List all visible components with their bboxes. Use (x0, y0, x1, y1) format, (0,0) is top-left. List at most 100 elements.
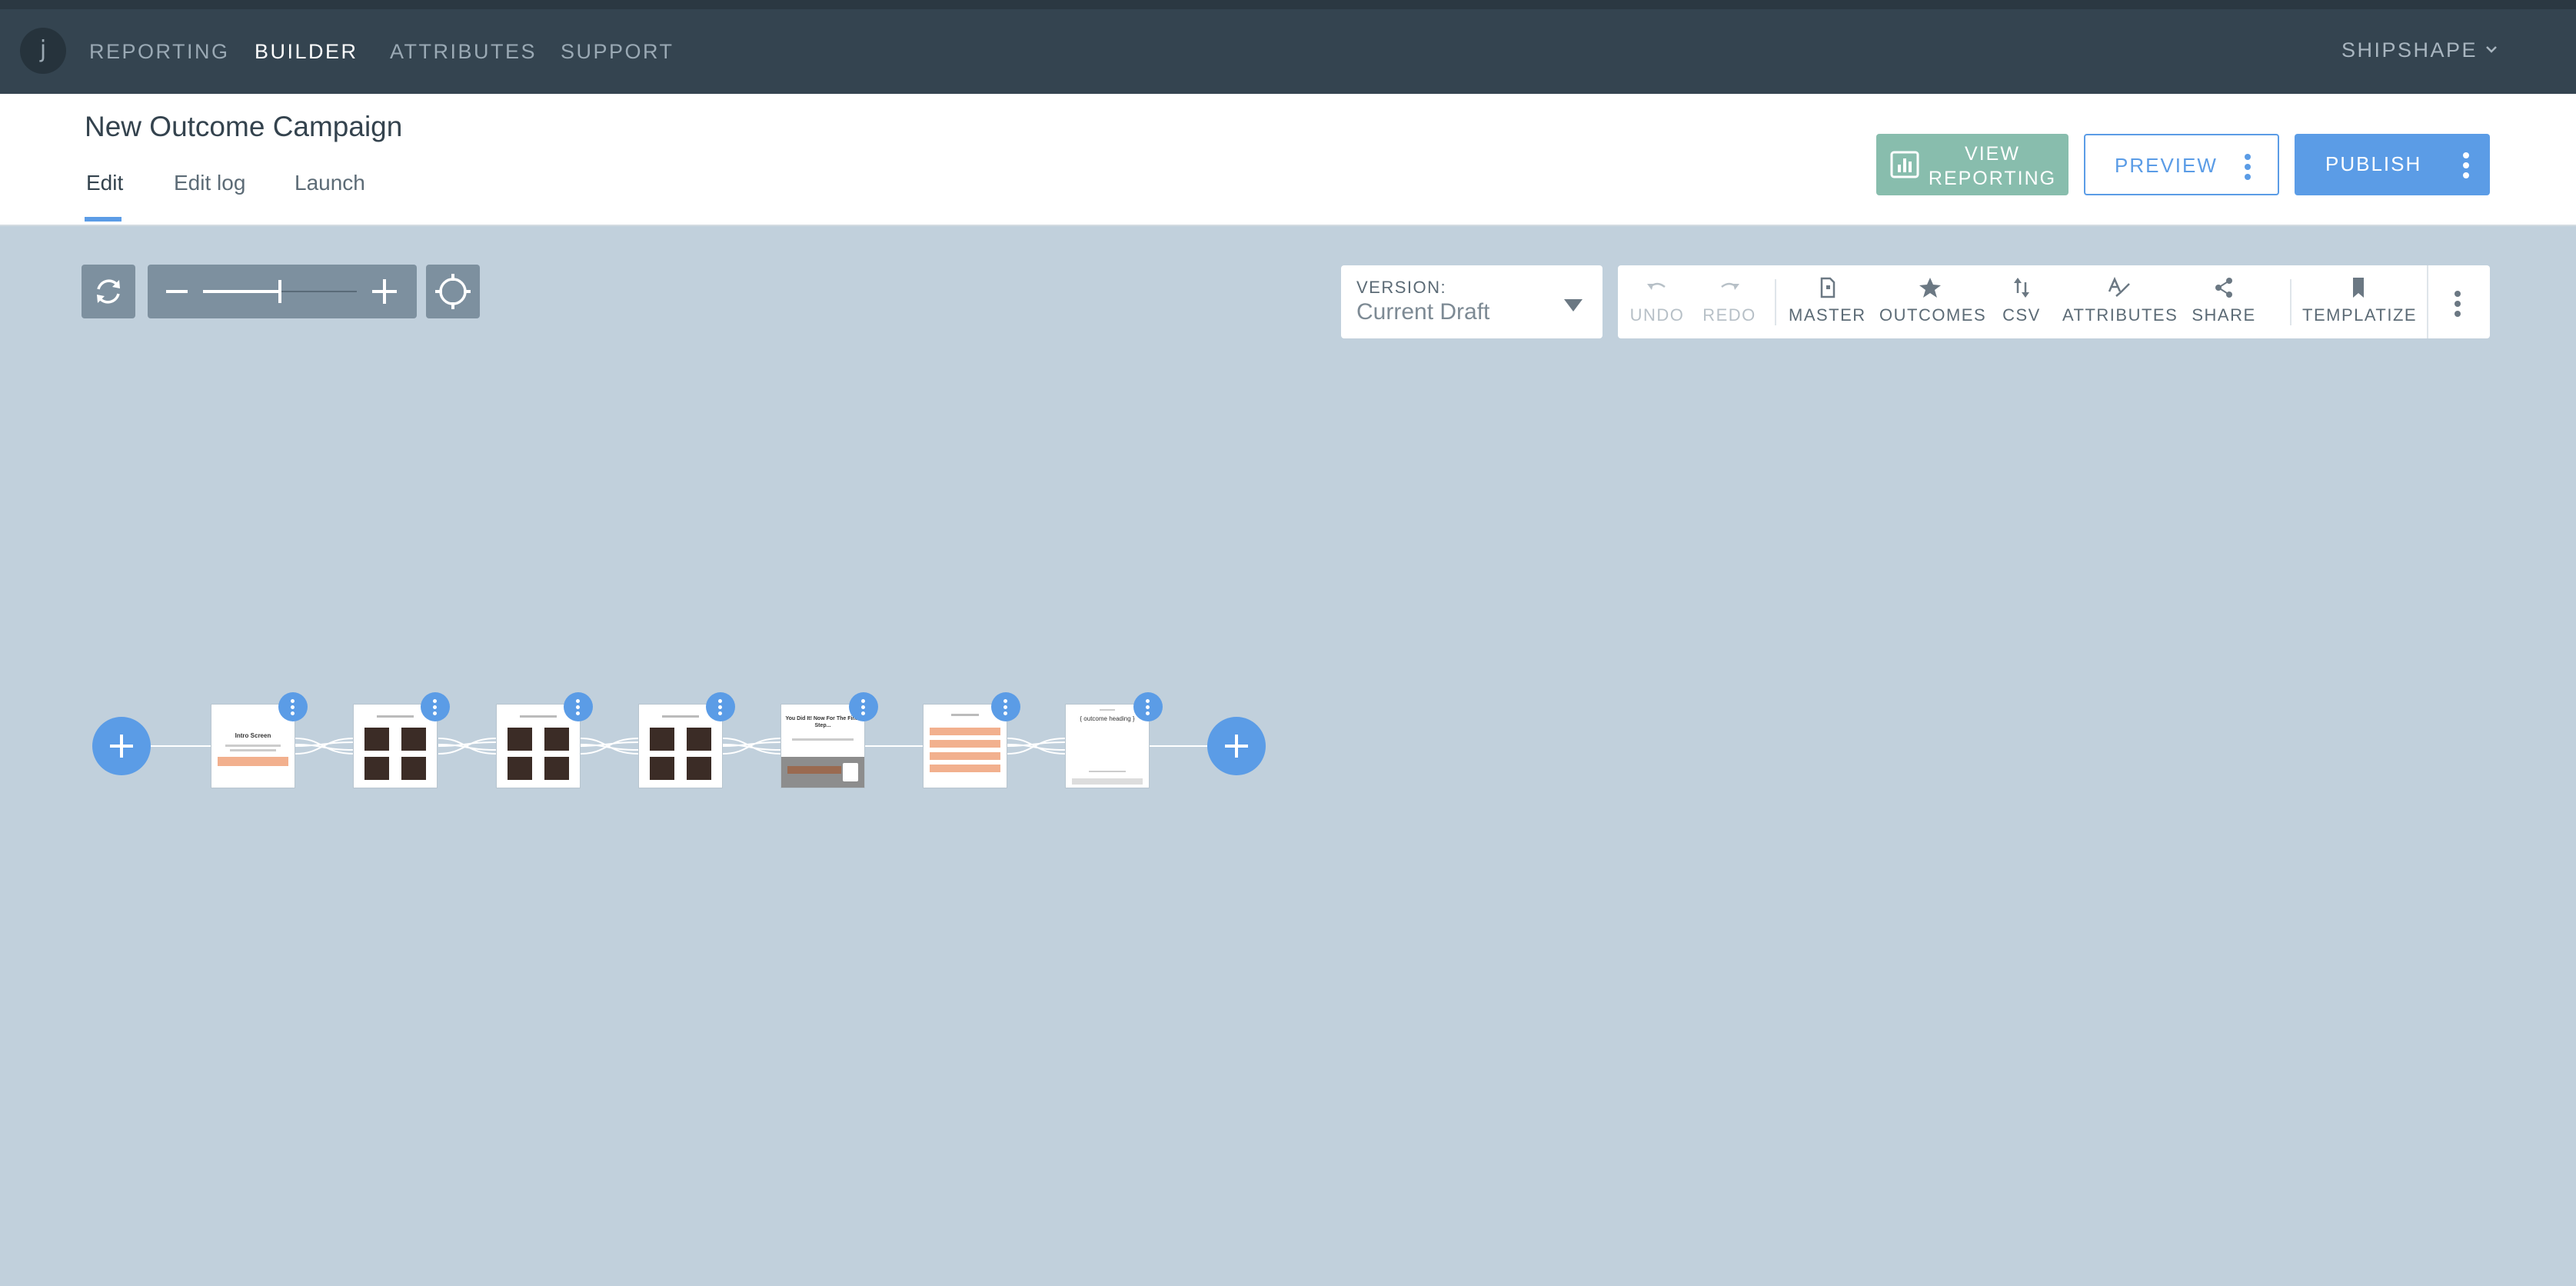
view-reporting-label: VIEW REPORTING (1927, 142, 2058, 191)
image-thumbnail (544, 757, 569, 780)
attributes-button[interactable]: ATTRIBUTES (2062, 265, 2178, 338)
undo-label: UNDO (1629, 305, 1685, 325)
campaign-header: New Outcome Campaign Edit Edit log Launc… (0, 94, 2576, 226)
screen-button-block (218, 757, 288, 766)
refresh-layout-button[interactable] (82, 265, 135, 318)
chevron-down-icon[interactable] (2484, 38, 2499, 60)
zoom-slider-graphic (166, 279, 397, 304)
screen-text-line (1100, 709, 1115, 711)
share-icon (2215, 278, 2232, 298)
answer-option (930, 728, 1000, 735)
add-screen-before-button[interactable] (92, 717, 151, 775)
answer-option (930, 752, 1000, 760)
tab-edit-log[interactable]: Edit log (174, 171, 245, 195)
undo-button[interactable]: UNDO (1626, 265, 1689, 338)
zoom-out-icon[interactable] (166, 290, 188, 293)
answer-option (930, 765, 1000, 772)
redo-label: REDO (1702, 305, 1756, 325)
preview-options-icon[interactable] (2244, 154, 2252, 180)
image-thumbnail (687, 728, 711, 751)
add-screen-after-button[interactable] (1207, 717, 1266, 775)
attributes-icon (2108, 276, 2130, 297)
toolbar-divider (1775, 279, 1776, 325)
view-reporting-button[interactable]: VIEW REPORTING (1876, 134, 2068, 195)
screen-text-line (230, 749, 276, 751)
preview-label: PREVIEW (2115, 154, 2218, 177)
page-title: New Outcome Campaign (85, 111, 403, 142)
screen-heading: You Did It! Now For The Final Step... (785, 716, 860, 728)
image-thumbnail (650, 757, 674, 780)
swap-arrows-icon (2014, 278, 2029, 298)
screen-heading: Intro Screen (235, 732, 271, 739)
crosshair-icon (435, 274, 471, 309)
nav-item-attributes[interactable]: ATTRIBUTES (390, 40, 537, 64)
screen-button-block (1072, 778, 1143, 785)
toolbar-more-icon[interactable] (2454, 291, 2461, 317)
screen-button-block (787, 766, 841, 774)
outcomes-label: OUTCOMES (1879, 305, 1987, 325)
redo-icon (1721, 282, 1739, 290)
nav-item-support[interactable]: SUPPORT (561, 40, 674, 64)
screen-text-line (951, 714, 979, 716)
lock-icon (843, 763, 858, 781)
zoom-in-icon[interactable] (372, 279, 397, 304)
top-nav: j REPORTING BUILDER ATTRIBUTES SUPPORT S… (0, 9, 2576, 94)
screen-menu-icon[interactable] (421, 692, 450, 721)
attributes-label: ATTRIBUTES (2062, 305, 2178, 325)
outcomes-button[interactable]: OUTCOMES (1879, 265, 1987, 338)
image-thumbnail (401, 757, 426, 780)
master-button[interactable]: MASTER (1789, 265, 1865, 338)
screen-text-line (662, 715, 699, 718)
editor-toolbar: UNDO REDO MASTER OUTCOMES CSV ATTRIBUTES… (1618, 265, 2490, 338)
publish-button[interactable]: PUBLISH (2295, 134, 2490, 195)
csv-label: CSV (2002, 305, 2041, 325)
image-thumbnail (687, 757, 711, 780)
account-menu[interactable]: SHIPSHAPE (2341, 38, 2478, 62)
nav-item-builder[interactable]: BUILDER (255, 40, 358, 64)
image-thumbnail (544, 728, 569, 751)
active-tab-indicator (85, 217, 121, 222)
screen-menu-icon[interactable] (991, 692, 1020, 721)
nav-item-reporting[interactable]: REPORTING (89, 40, 230, 64)
screen-menu-icon[interactable] (1133, 692, 1163, 721)
screen-text-line (792, 738, 854, 741)
refresh-icon (97, 279, 120, 304)
version-select[interactable]: VERSION: Current Draft (1341, 265, 1603, 338)
screen-menu-icon[interactable] (706, 692, 735, 721)
csv-button[interactable]: CSV (1995, 265, 2048, 338)
tab-launch[interactable]: Launch (295, 171, 365, 195)
image-thumbnail (650, 728, 674, 751)
zoom-control (148, 265, 417, 318)
screen-menu-icon[interactable] (849, 692, 878, 721)
answer-option (930, 740, 1000, 748)
publish-options-icon[interactable] (2462, 152, 2470, 178)
screen-text-line (225, 745, 281, 747)
star-icon (1919, 278, 1941, 298)
screen-text-line (377, 715, 414, 718)
version-label: VERSION: (1356, 278, 1447, 297)
share-button[interactable]: SHARE (2187, 265, 2261, 338)
recenter-button[interactable] (426, 265, 480, 318)
image-thumbnail (364, 757, 389, 780)
logo[interactable]: j (20, 28, 66, 74)
image-thumbnail (364, 728, 389, 751)
screen-menu-icon[interactable] (278, 692, 308, 721)
undo-icon (1647, 282, 1666, 290)
master-page-icon (1820, 277, 1835, 298)
image-thumbnail (508, 757, 532, 780)
view-reporting-line1: VIEW (1965, 143, 2020, 165)
top-strip (0, 0, 2576, 9)
preview-button[interactable]: PREVIEW (2084, 134, 2279, 195)
screen-flow: Intro Screen You Did It! Now For The Fin… (0, 677, 2576, 831)
zoom-slider-handle[interactable] (278, 280, 281, 303)
bookmark-icon (2353, 278, 2364, 298)
screen-menu-icon[interactable] (564, 692, 593, 721)
screen-text-line (520, 715, 557, 718)
image-thumbnail (401, 728, 426, 751)
image-thumbnail (508, 728, 532, 751)
bar-chart-icon (1890, 151, 1919, 178)
tab-edit[interactable]: Edit (86, 171, 123, 195)
redo-button[interactable]: REDO (1698, 265, 1761, 338)
screen-text-line (1089, 771, 1126, 772)
templatize-button[interactable]: TEMPLATIZE (2302, 265, 2416, 338)
